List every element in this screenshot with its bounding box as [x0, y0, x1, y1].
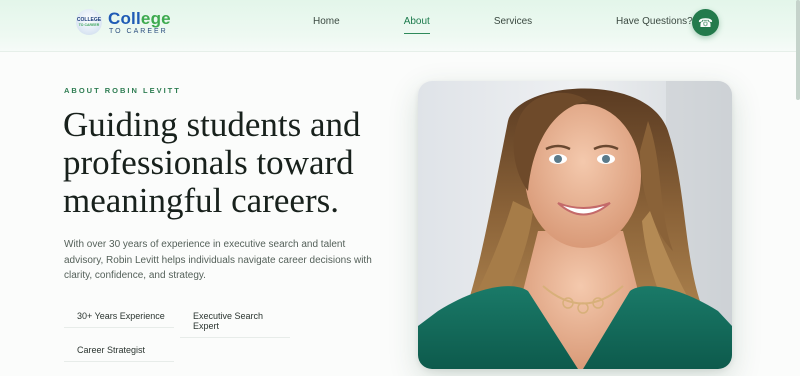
logo-tagline: TO CAREER	[109, 27, 168, 35]
logo-wordmark: College	[108, 8, 171, 28]
page-scrollbar[interactable]	[796, 0, 800, 100]
site-logo[interactable]: COLLEGE TO CAREER College TO CAREER	[76, 9, 171, 35]
section-eyebrow: ABOUT ROBIN LEVITT	[64, 86, 181, 95]
logo-text: College TO CAREER	[108, 10, 171, 35]
tag-career-strategist: Career Strategist	[64, 345, 174, 362]
site-header: COLLEGE TO CAREER College TO CAREER Home…	[0, 0, 800, 52]
have-questions-link[interactable]: Have Questions?	[616, 16, 693, 27]
main-nav: Home About Services	[313, 16, 532, 34]
nav-home[interactable]: Home	[313, 16, 340, 27]
phone-button[interactable]: ☎	[692, 9, 719, 36]
tag-executive-search: Executive Search Expert	[180, 311, 290, 338]
tag-experience: 30+ Years Experience	[64, 311, 174, 328]
logo-badge-icon: COLLEGE TO CAREER	[76, 9, 102, 35]
intro-paragraph: With over 30 years of experience in exec…	[64, 239, 372, 281]
page-title: Guiding students and professionals towar…	[63, 105, 361, 220]
portrait-photo	[418, 81, 732, 369]
nav-services[interactable]: Services	[494, 16, 532, 27]
nav-about[interactable]: About	[403, 16, 430, 34]
phone-icon: ☎	[698, 15, 713, 30]
